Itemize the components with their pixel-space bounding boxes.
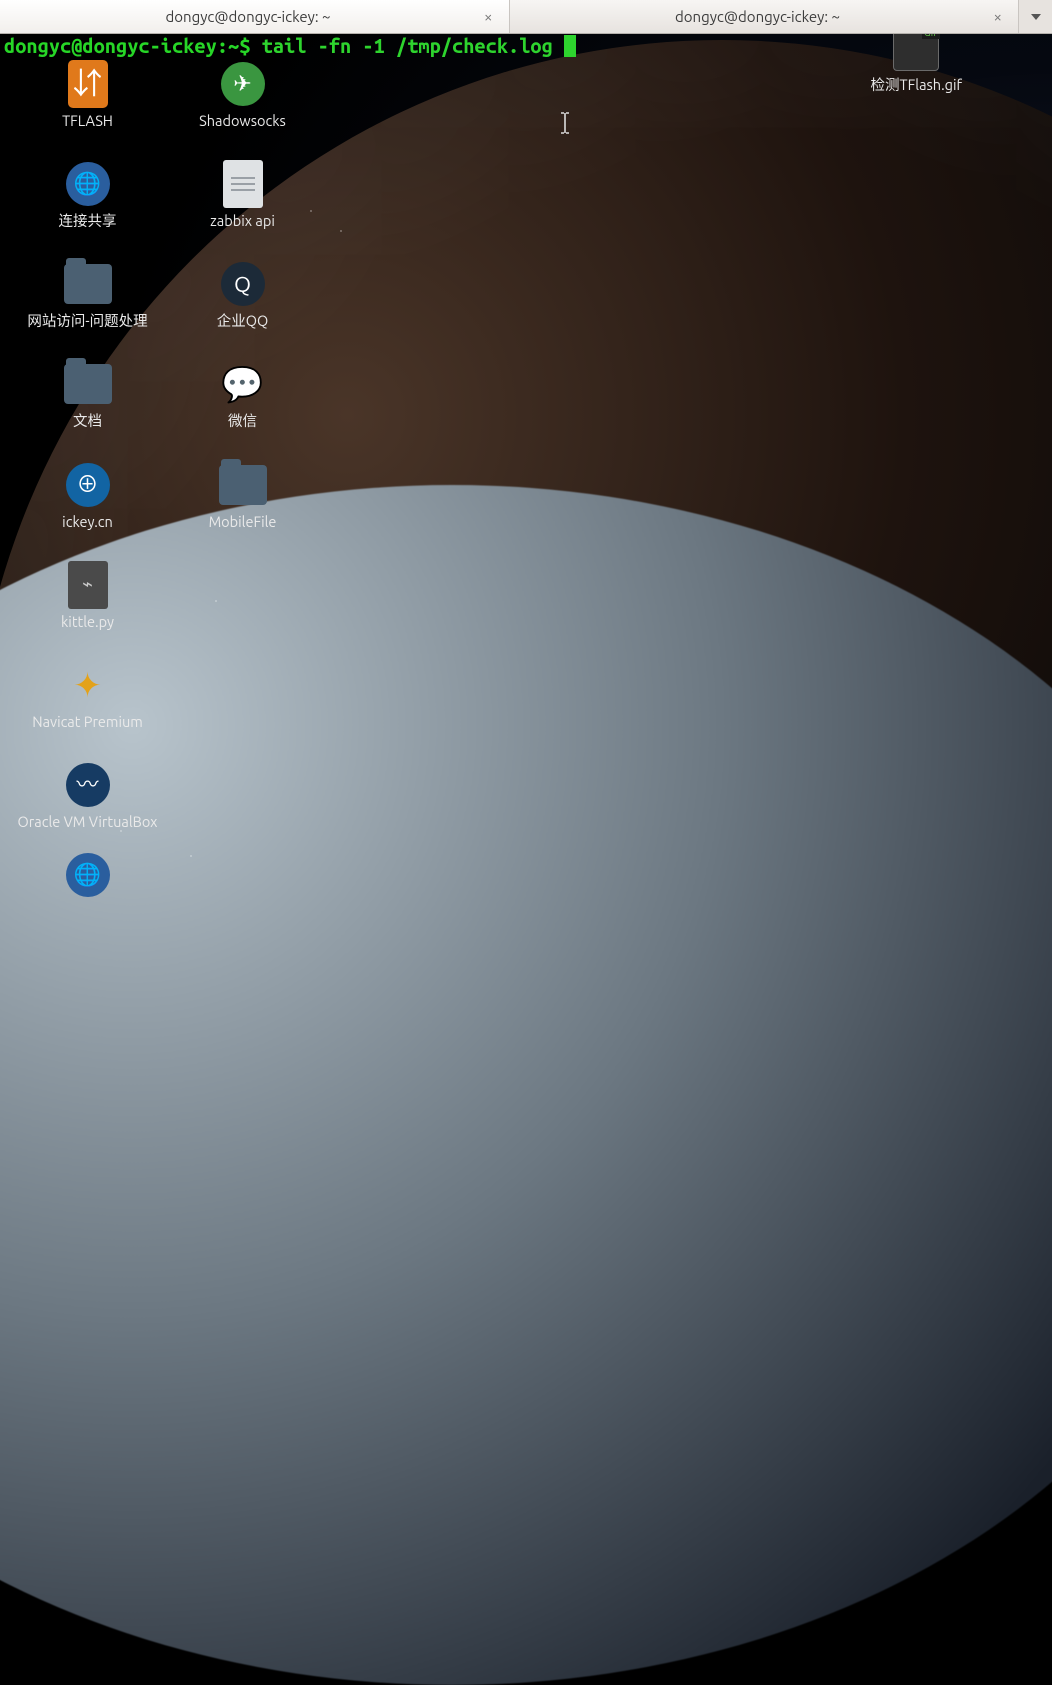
- wechat-icon: 💬: [219, 360, 267, 408]
- desktop-icon-share[interactable]: 🌐 连接共享: [10, 160, 165, 230]
- icon-column-2: ✈ Shadowsocks zabbix api Q 企业QQ 💬 微信 Mob…: [165, 60, 320, 899]
- desktop-icon-label: Shadowsocks: [199, 112, 286, 130]
- desktop-icon-tflash[interactable]: ⇵ TFLASH: [10, 60, 165, 130]
- prompt-path: ~: [228, 34, 239, 57]
- usb-icon: ⇵: [68, 60, 108, 108]
- tab-title: dongyc@dongyc-ickey: ~: [524, 8, 992, 25]
- desktop-icon-label: ickey.cn: [62, 513, 113, 531]
- prompt-userhost: dongyc@dongyc-ickey: [4, 34, 217, 57]
- globe-icon: 🌐: [66, 853, 110, 897]
- desktop-icon-access-issues[interactable]: 网站访问-问题处理: [10, 260, 165, 330]
- globe-icon: 🌐: [66, 162, 110, 206]
- link-icon: ⊕: [66, 463, 110, 507]
- icon-column-1: ⇵ TFLASH 🌐 连接共享 网站访问-问题处理 文档 ⊕ ickey.cn …: [10, 60, 165, 899]
- desktop-icon-navicat[interactable]: ✦ Navicat Premium: [10, 661, 165, 731]
- desktop-icon-mobilefile[interactable]: MobileFile: [165, 461, 320, 531]
- close-icon[interactable]: ×: [482, 8, 494, 25]
- desktop-icon-label: TFLASH: [62, 112, 113, 130]
- terminal-tab-1[interactable]: dongyc@dongyc-ickey: ~ ×: [0, 0, 510, 33]
- desktop-icon-qq[interactable]: Q 企业QQ: [165, 260, 320, 330]
- desktop-icon-documents[interactable]: 文档: [10, 360, 165, 430]
- desktop-icon-label: Oracle VM VirtualBox: [18, 813, 158, 831]
- folder-icon: [64, 264, 112, 304]
- desktop-icon-label: 微信: [228, 412, 257, 430]
- desktop-icon-label: 检测TFlash.gif: [871, 76, 962, 94]
- terminal-window: dongyc@dongyc-ickey: ~ × dongyc@dongyc-i…: [0, 0, 1052, 34]
- folder-icon: [64, 364, 112, 404]
- folder-icon: [219, 465, 267, 505]
- desktop-icon-label: 企业QQ: [217, 312, 269, 330]
- desktop-icon-zabbix-file[interactable]: zabbix api: [165, 160, 320, 230]
- desktop-icon-label: MobileFile: [209, 513, 277, 531]
- desktop-icon-grid: ⇵ TFLASH 🌐 连接共享 网站访问-问题处理 文档 ⊕ ickey.cn …: [10, 60, 320, 899]
- navicat-icon: ✦: [66, 663, 110, 707]
- text-file-icon: [223, 160, 263, 208]
- desktop-icon-gif[interactable]: 检测TFlash.gif: [871, 24, 962, 94]
- desktop-icon-shadowsocks[interactable]: ✈ Shadowsocks: [165, 60, 320, 130]
- desktop-icon-label: 文档: [73, 412, 102, 430]
- qq-icon: Q: [221, 262, 265, 306]
- tab-title: dongyc@dongyc-ickey: ~: [14, 8, 482, 25]
- terminal-body[interactable]: dongyc@dongyc-ickey:~$ tail -fn -1 /tmp/…: [0, 34, 580, 58]
- desktop-icon-label: zabbix api: [210, 212, 275, 230]
- desktop-background: 检测TFlash.gif ⇵ TFLASH 🌐 连接共享 网站访问-问题处理 文…: [0, 0, 1052, 985]
- terminal-tab-2[interactable]: dongyc@dongyc-ickey: ~ ×: [510, 0, 1019, 33]
- desktop-icon-wechat[interactable]: 💬 微信: [165, 360, 320, 430]
- desktop-icon-label: 连接共享: [59, 212, 117, 230]
- chevron-down-icon: [1031, 14, 1041, 20]
- python-icon: ⌁: [68, 561, 108, 609]
- desktop-icon-label: kittle.py: [61, 613, 114, 631]
- desktop-icon-ickey-link[interactable]: ⊕ ickey.cn: [10, 461, 165, 531]
- desktop-icon-python-file[interactable]: ⌁ kittle.py: [10, 561, 165, 631]
- close-icon[interactable]: ×: [992, 8, 1004, 25]
- text-cursor-icon: [560, 112, 570, 134]
- desktop-icon-label: 网站访问-问题处理: [27, 312, 147, 330]
- terminal-prompt-line: dongyc@dongyc-ickey:~$ tail -fn -1 /tmp/…: [4, 34, 576, 58]
- window-menu-button[interactable]: [1018, 0, 1052, 33]
- prompt-command: tail -fn -1 /tmp/check.log: [262, 34, 553, 57]
- window-titlebar: dongyc@dongyc-ickey: ~ × dongyc@dongyc-i…: [0, 0, 1052, 34]
- terminal-cursor: [564, 35, 576, 57]
- desktop-icon-label: Navicat Premium: [32, 713, 143, 731]
- prompt-symbol: $: [239, 34, 250, 57]
- shadowsocks-icon: ✈: [221, 62, 265, 106]
- desktop-icon-virtualbox[interactable]: 〰 Oracle VM VirtualBox: [10, 761, 165, 831]
- prompt-sep: :: [217, 34, 228, 57]
- virtualbox-icon: 〰: [66, 763, 110, 807]
- desktop-icon-partial[interactable]: 🌐: [10, 851, 165, 899]
